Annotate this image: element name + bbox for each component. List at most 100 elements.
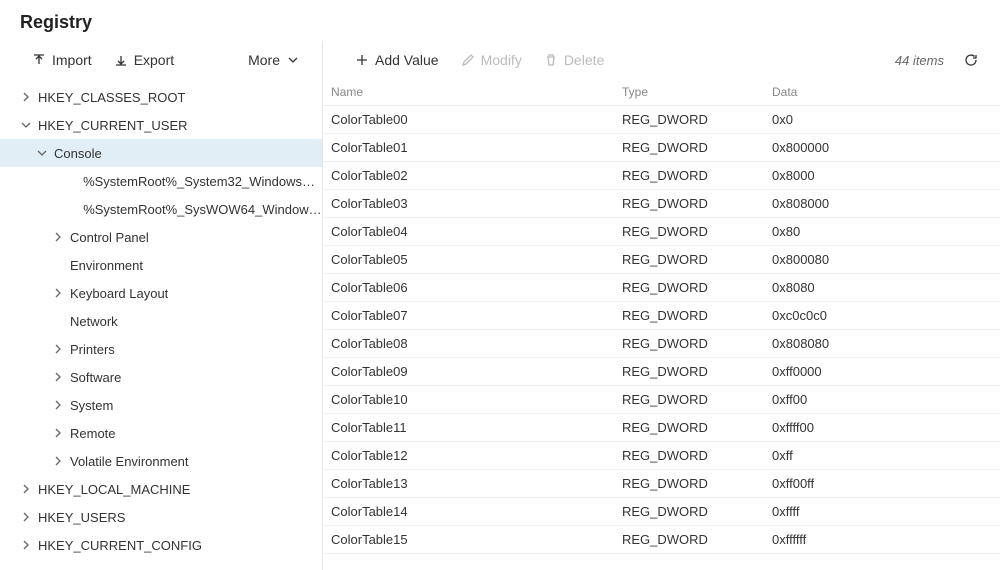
tree-item[interactable]: HKEY_CURRENT_USER [0, 111, 322, 139]
cell-data: 0x800000 [772, 140, 1000, 155]
tree-item[interactable]: System [0, 391, 322, 419]
add-value-label: Add Value [375, 52, 439, 68]
cell-type: REG_DWORD [622, 532, 772, 547]
chevron-down-icon[interactable] [20, 119, 32, 131]
import-icon [32, 53, 46, 67]
tree-item[interactable]: Volatile Environment [0, 447, 322, 475]
export-icon [114, 53, 128, 67]
export-label: Export [134, 52, 174, 68]
cell-data: 0xff0000 [772, 364, 1000, 379]
cell-name: ColorTable12 [331, 448, 622, 463]
more-label: More [248, 52, 280, 68]
tree-item-label: HKEY_CLASSES_ROOT [38, 90, 185, 105]
tree-item[interactable]: %SystemRoot%_SysWOW64_WindowsPowerShell_… [0, 195, 322, 223]
tree-item[interactable]: Network [0, 307, 322, 335]
table-row[interactable]: ColorTable12REG_DWORD0xff [323, 442, 1000, 470]
tree-item[interactable]: Printers [0, 335, 322, 363]
table-row[interactable]: ColorTable08REG_DWORD0x808080 [323, 330, 1000, 358]
tree-item-label: Control Panel [70, 230, 149, 245]
chevron-down-icon [286, 53, 300, 67]
table-row[interactable]: ColorTable11REG_DWORD0xffff00 [323, 414, 1000, 442]
chevron-right-icon[interactable] [52, 371, 64, 383]
cell-type: REG_DWORD [622, 224, 772, 239]
chevron-right-icon[interactable] [52, 231, 64, 243]
column-header-data[interactable]: Data [772, 85, 1000, 99]
tree-item[interactable]: HKEY_CLASSES_ROOT [0, 83, 322, 111]
cell-name: ColorTable14 [331, 504, 622, 519]
table-row[interactable]: ColorTable13REG_DWORD0xff00ff [323, 470, 1000, 498]
table-row[interactable]: ColorTable06REG_DWORD0x8080 [323, 274, 1000, 302]
tree-view: HKEY_CLASSES_ROOT HKEY_CURRENT_USER Consol… [0, 79, 322, 570]
tree-item[interactable]: Keyboard Layout [0, 279, 322, 307]
tree-item[interactable]: Remote [0, 419, 322, 447]
chevron-right-icon[interactable] [20, 511, 32, 523]
cell-name: ColorTable03 [331, 196, 622, 211]
cell-data: 0x808000 [772, 196, 1000, 211]
refresh-button[interactable] [962, 49, 980, 71]
cell-data: 0x8080 [772, 280, 1000, 295]
import-button[interactable]: Import [30, 48, 94, 72]
tree-item-label: HKEY_USERS [38, 510, 125, 525]
cell-data: 0x0 [772, 112, 1000, 127]
column-header-type[interactable]: Type [622, 85, 772, 99]
tree-item-label: %SystemRoot%_System32_WindowsPowerShell_… [83, 174, 322, 189]
chevron-right-icon[interactable] [52, 455, 64, 467]
tree-item[interactable]: HKEY_LOCAL_MACHINE [0, 475, 322, 503]
column-header-name[interactable]: Name [331, 85, 622, 99]
table-row[interactable]: ColorTable10REG_DWORD0xff00 [323, 386, 1000, 414]
cell-data: 0x80 [772, 224, 1000, 239]
chevron-right-icon[interactable] [52, 287, 64, 299]
table-row[interactable]: ColorTable03REG_DWORD0x808000 [323, 190, 1000, 218]
chevron-right-icon[interactable] [20, 91, 32, 103]
delete-label: Delete [564, 52, 604, 68]
table-row[interactable]: ColorTable07REG_DWORD0xc0c0c0 [323, 302, 1000, 330]
tree-item[interactable]: HKEY_USERS [0, 503, 322, 531]
tree-item[interactable]: Environment [0, 251, 322, 279]
cell-type: REG_DWORD [622, 140, 772, 155]
delete-button[interactable]: Delete [542, 48, 606, 72]
cell-name: ColorTable09 [331, 364, 622, 379]
table-row[interactable]: ColorTable15REG_DWORD0xffffff [323, 526, 1000, 554]
tree-item-label: System [70, 398, 113, 413]
table-row[interactable]: ColorTable14REG_DWORD0xffff [323, 498, 1000, 526]
tree-item[interactable]: HKEY_CURRENT_CONFIG [0, 531, 322, 559]
refresh-icon [964, 53, 978, 67]
cell-data: 0xffff [772, 504, 1000, 519]
cell-type: REG_DWORD [622, 112, 772, 127]
cell-type: REG_DWORD [622, 168, 772, 183]
cell-name: ColorTable13 [331, 476, 622, 491]
table-row[interactable]: ColorTable05REG_DWORD0x800080 [323, 246, 1000, 274]
chevron-right-icon[interactable] [20, 483, 32, 495]
table-row[interactable]: ColorTable01REG_DWORD0x800000 [323, 134, 1000, 162]
add-value-button[interactable]: Add Value [353, 48, 441, 72]
export-button[interactable]: Export [112, 48, 176, 72]
tree-item-label: HKEY_CURRENT_USER [38, 118, 188, 133]
table-row[interactable]: ColorTable09REG_DWORD0xff0000 [323, 358, 1000, 386]
cell-data: 0xc0c0c0 [772, 308, 1000, 323]
chevron-right-icon[interactable] [52, 427, 64, 439]
cell-type: REG_DWORD [622, 420, 772, 435]
cell-data: 0xff00 [772, 392, 1000, 407]
cell-data: 0x800080 [772, 252, 1000, 267]
chevron-right-icon[interactable] [20, 539, 32, 551]
more-button[interactable]: More [246, 48, 302, 72]
modify-button[interactable]: Modify [459, 48, 524, 72]
tree-item[interactable]: %SystemRoot%_System32_WindowsPowerShell_… [0, 167, 322, 195]
chevron-right-icon[interactable] [52, 343, 64, 355]
cell-type: REG_DWORD [622, 392, 772, 407]
trash-icon [544, 53, 558, 67]
table-row[interactable]: ColorTable04REG_DWORD0x80 [323, 218, 1000, 246]
cell-name: ColorTable10 [331, 392, 622, 407]
chevron-right-icon[interactable] [52, 399, 64, 411]
tree-item[interactable]: Software [0, 363, 322, 391]
table-row[interactable]: ColorTable02REG_DWORD0x8000 [323, 162, 1000, 190]
table-row[interactable]: ColorTable00REG_DWORD0x0 [323, 106, 1000, 134]
items-count: 44 items [895, 53, 944, 68]
chevron-down-icon[interactable] [36, 147, 48, 159]
plus-icon [355, 53, 369, 67]
tree-item[interactable]: Console [0, 139, 322, 167]
tree-item[interactable]: Control Panel [0, 223, 322, 251]
cell-data: 0xff00ff [772, 476, 1000, 491]
cell-name: ColorTable15 [331, 532, 622, 547]
cell-name: ColorTable05 [331, 252, 622, 267]
